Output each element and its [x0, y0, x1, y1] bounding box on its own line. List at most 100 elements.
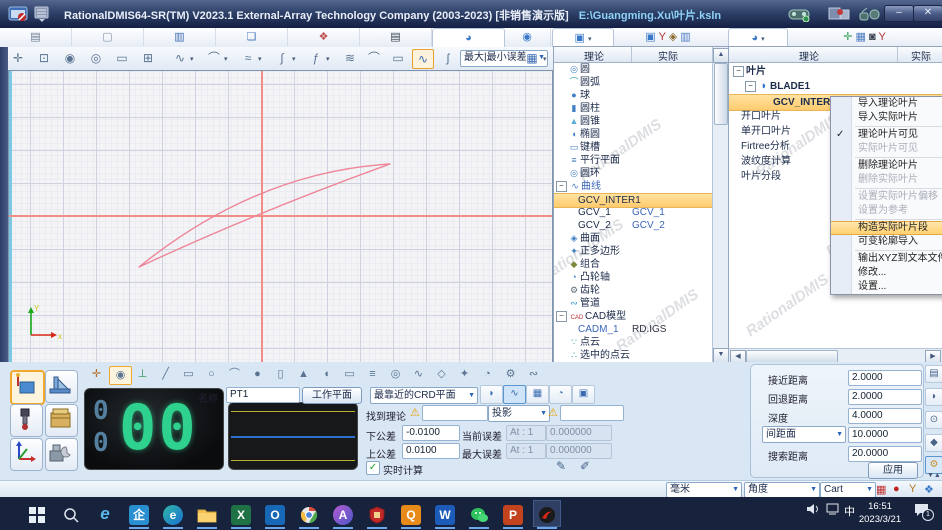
- feature-circle-icon[interactable]: ○: [201, 366, 222, 383]
- menu-variable-profile-import[interactable]: 可变轮廓导入: [831, 235, 942, 249]
- chevron-down-icon[interactable]: ▾: [326, 55, 330, 63]
- tree-item-arc[interactable]: ⌒圆弧: [554, 76, 726, 89]
- column-theory[interactable]: 理论: [799, 48, 819, 63]
- probe-y-icon[interactable]: Y: [659, 31, 666, 43]
- tree-item-parallel-planes[interactable]: ≡平行平面: [554, 154, 726, 167]
- graph-display-toggle[interactable]: ∿: [503, 385, 526, 404]
- table-display-toggle[interactable]: ▦: [526, 385, 549, 404]
- tree-item-gear[interactable]: ⚙齿轮: [554, 284, 726, 297]
- render-mode-icon[interactable]: ❖: [924, 483, 934, 496]
- feature-parallel-planes-icon[interactable]: ≡: [362, 366, 383, 383]
- tree-item-cone[interactable]: ▲圆锥: [554, 115, 726, 128]
- feature-surface-icon[interactable]: ◇: [431, 366, 452, 383]
- taskbar-search-icon[interactable]: [58, 501, 84, 526]
- tree-item-cylinder[interactable]: ▮圆柱: [554, 102, 726, 115]
- volume-icon[interactable]: [806, 503, 820, 515]
- approach-distance-input[interactable]: 2.0000: [848, 370, 922, 386]
- probe-button[interactable]: [10, 404, 43, 437]
- collapse-box[interactable]: −: [733, 66, 744, 77]
- camera-icon[interactable]: ◙: [869, 31, 876, 43]
- tree-item-blade-root[interactable]: −叶片: [729, 64, 942, 79]
- feature-alignment-icon[interactable]: ⊥: [132, 366, 153, 383]
- machine-mode-button[interactable]: [10, 370, 45, 405]
- fixture-button[interactable]: [45, 404, 78, 437]
- blade-section-tool-icon[interactable]: ʃ: [438, 49, 458, 67]
- tree-item-sphere[interactable]: ●球: [554, 89, 726, 102]
- chevron-down-icon[interactable]: ▾: [543, 55, 547, 63]
- tab-print[interactable]: ▤: [360, 28, 432, 46]
- height-gauge-button[interactable]: [45, 370, 78, 403]
- surface-tool-icon[interactable]: ⌒: [364, 49, 384, 67]
- menu-export-xyz-to-text[interactable]: 输出XYZ到文本文件▶: [831, 252, 942, 266]
- ie-icon[interactable]: e: [92, 501, 118, 526]
- crd-plane-select[interactable]: 最靠近的CRD平面▼: [370, 387, 478, 404]
- doc-search-app-icon[interactable]: Q: [398, 501, 424, 526]
- retract-distance-input[interactable]: 2.0000: [848, 389, 922, 405]
- model-display-toggle[interactable]: ▣: [572, 385, 595, 404]
- tab-workspace-active[interactable]: ◕: [432, 28, 505, 48]
- edge-icon[interactable]: e: [160, 501, 186, 526]
- search-distance-input[interactable]: 20.0000: [848, 446, 922, 462]
- menu-construct-actual-blade-segment[interactable]: 构造实际叶片段: [831, 221, 942, 235]
- tree-item-blade1[interactable]: −◗BLADE1: [729, 79, 942, 94]
- column-actual[interactable]: 实际: [658, 48, 678, 63]
- axes-icon[interactable]: ✛: [843, 31, 852, 43]
- upper-tolerance-input[interactable]: 0.0100: [402, 443, 460, 459]
- plane-tool-icon[interactable]: ▭: [388, 49, 408, 67]
- scroll-up-arrow[interactable]: ▲: [713, 48, 729, 63]
- feature-pipe-icon[interactable]: ∾: [523, 366, 544, 383]
- menu-settings[interactable]: 设置...: [831, 280, 942, 294]
- tree-item-camshaft[interactable]: ◔凸轮轴: [554, 271, 726, 284]
- feature-line-icon[interactable]: ╱: [155, 366, 176, 383]
- tab-windows[interactable]: ❏: [216, 28, 288, 46]
- cad-viewport[interactable]: Y x: [8, 70, 553, 364]
- tree-item-gcv-1[interactable]: GCV_1GCV_1: [554, 206, 729, 219]
- panel-collapse-arrows[interactable]: ▼▲: [927, 472, 941, 479]
- menu-delete-actual-blade[interactable]: 删除实际叶片: [831, 173, 942, 187]
- probe-tool-icon[interactable]: Y: [878, 31, 885, 43]
- feature-cam-icon[interactable]: ◔: [477, 366, 498, 383]
- edit-icon[interactable]: ✎: [556, 459, 566, 473]
- zoom-panel-icon[interactable]: ⊙: [925, 411, 942, 429]
- tree-item-polygon[interactable]: ✦正多边形: [554, 245, 726, 258]
- grid-snap-icon[interactable]: ▦: [876, 483, 886, 496]
- close-button[interactable]: ✕: [913, 5, 942, 22]
- gauge-display-toggle[interactable]: ◔: [549, 385, 572, 404]
- realtime-checkbox[interactable]: ✓: [366, 461, 380, 475]
- select-box-icon[interactable]: ▭: [112, 49, 132, 67]
- menu-theory-blade-visible[interactable]: ✓理论叶片可见: [831, 128, 942, 142]
- feature-torus-icon[interactable]: ◎: [385, 366, 406, 383]
- tab-report[interactable]: ▢: [72, 28, 144, 46]
- security-app-icon[interactable]: [364, 501, 390, 526]
- alignment-axes-button[interactable]: [10, 438, 43, 471]
- curve-tool-3-icon[interactable]: ≈: [238, 49, 258, 67]
- curve-tool-4-icon[interactable]: ∫: [272, 49, 292, 67]
- found-theory-input[interactable]: [422, 405, 488, 421]
- probe-display-toggle[interactable]: ◗: [480, 385, 503, 404]
- feature-point-icon[interactable]: ◉: [109, 366, 132, 385]
- tree-item-slot[interactable]: ▭键槽: [554, 141, 726, 154]
- spacing-plane-input[interactable]: 10.0000: [848, 427, 922, 443]
- move-view-icon[interactable]: ✛: [8, 49, 28, 67]
- rationaldmis-taskbar-icon[interactable]: [534, 501, 560, 526]
- tab-table[interactable]: ▥: [144, 28, 216, 46]
- curve-tool-5-icon[interactable]: ƒ: [306, 49, 326, 67]
- menu-actual-blade-visible[interactable]: 实际叶片可见: [831, 142, 942, 156]
- tab-view[interactable]: ◉: [504, 28, 551, 46]
- scroll-down-arrow[interactable]: ▼: [713, 348, 729, 363]
- chat-app-icon[interactable]: 企: [126, 501, 152, 526]
- view-eye-icon[interactable]: ◎: [86, 49, 106, 67]
- chevron-down-icon[interactable]: ▾: [224, 55, 228, 63]
- tree-item-ellipse[interactable]: ◖椭圆: [554, 128, 726, 141]
- monitor-flag-icon[interactable]: ▥: [680, 31, 690, 43]
- tree-item-curve-group[interactable]: −∿曲线: [554, 180, 714, 193]
- chevron-down-icon[interactable]: ▾: [258, 55, 262, 63]
- outlook-icon[interactable]: O: [262, 501, 288, 526]
- window-layout-icon[interactable]: [828, 6, 850, 22]
- column-theory[interactable]: 理论: [584, 48, 604, 63]
- tree-item-circle[interactable]: ◎圆: [554, 63, 726, 76]
- pan-hand-icon[interactable]: ◉: [60, 49, 80, 67]
- menu-set-actual-blade-offset[interactable]: 设置实际叶片偏移: [831, 190, 942, 204]
- tab-blade-panel[interactable]: ◕ ▾: [728, 28, 788, 48]
- tree-item-pipe[interactable]: ∾管道: [554, 297, 726, 310]
